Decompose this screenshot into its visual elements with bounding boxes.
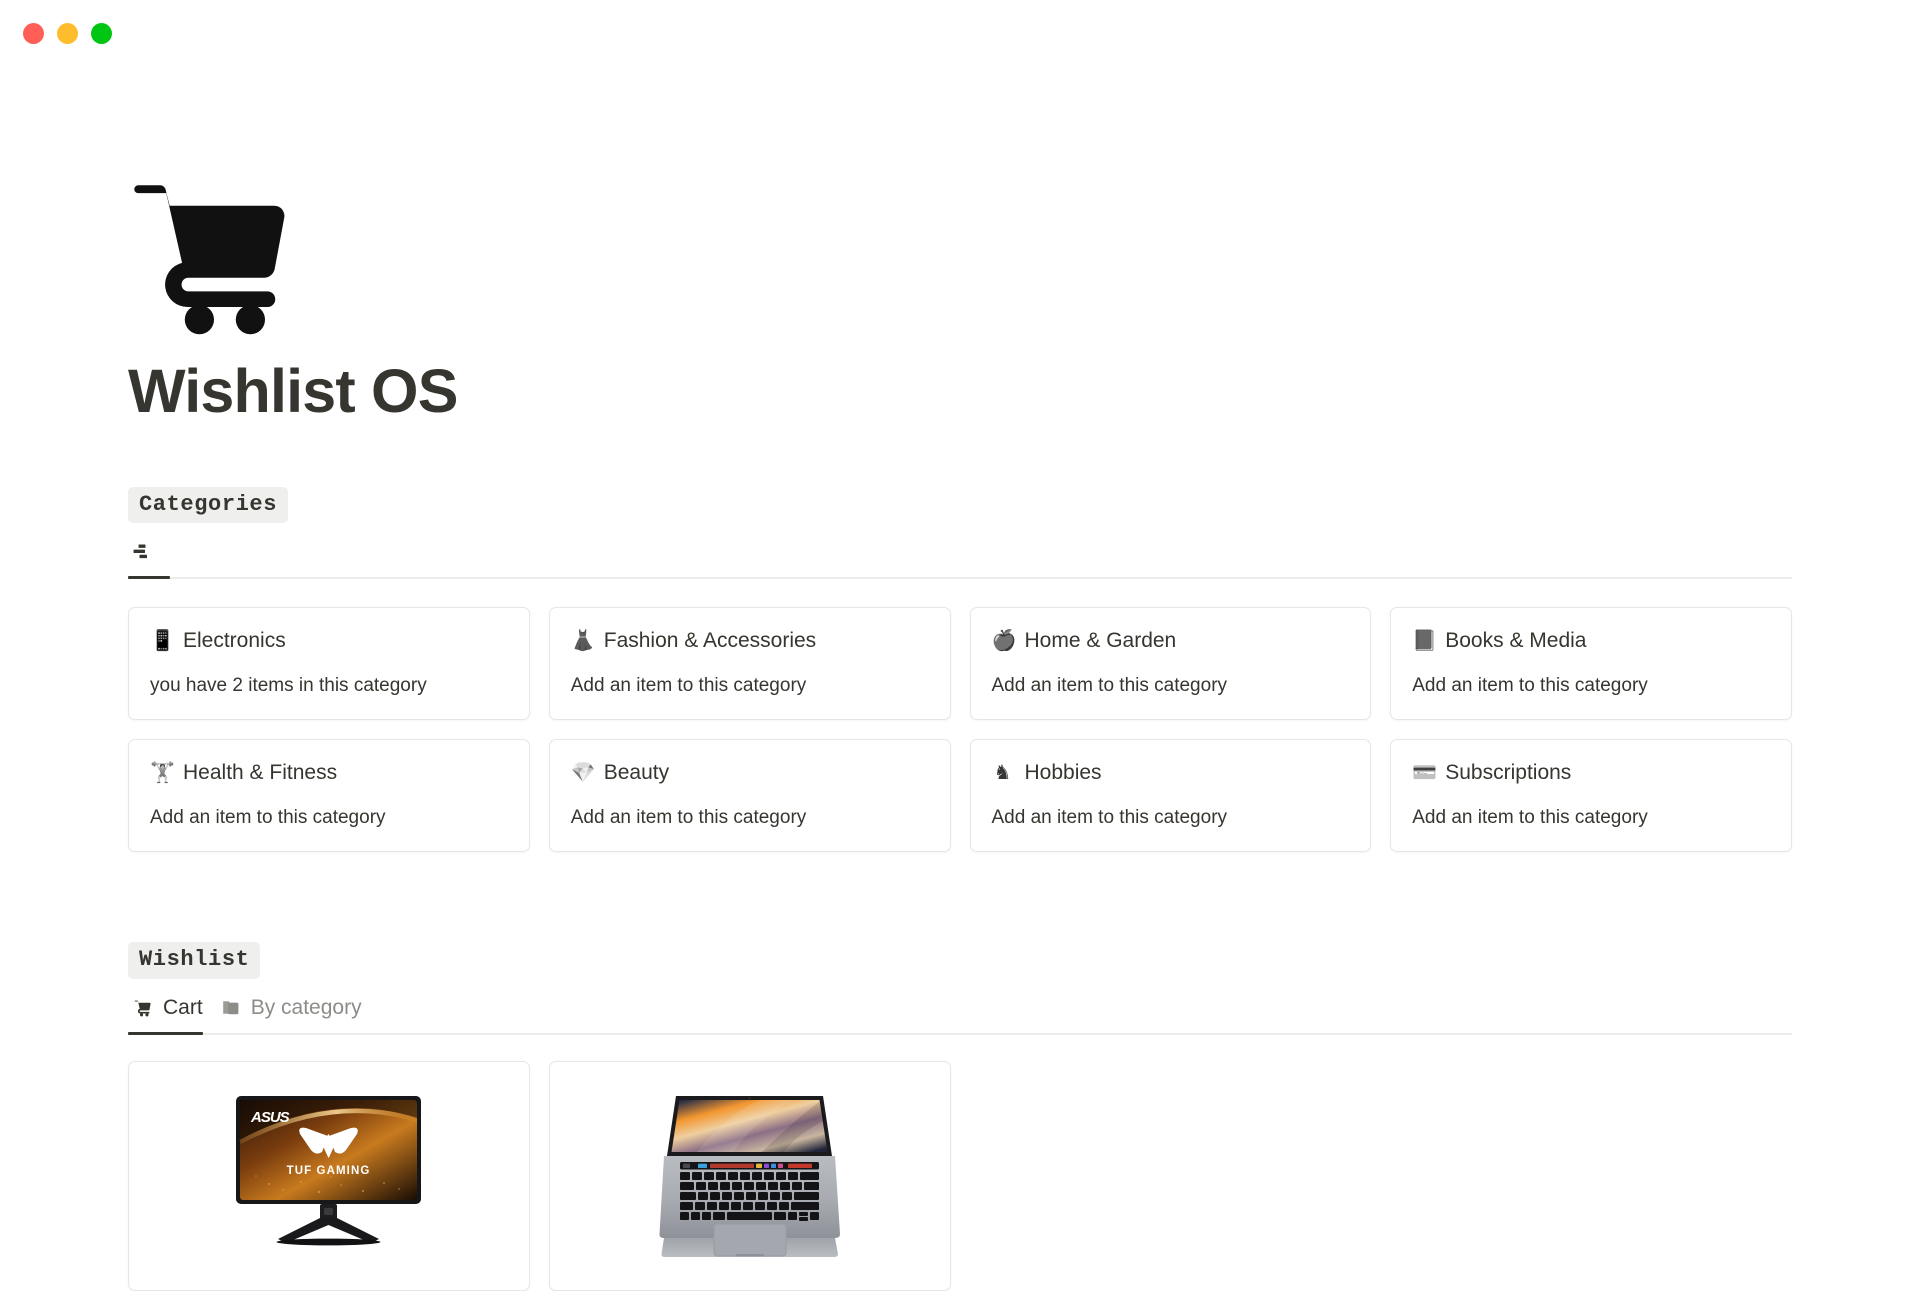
category-subtitle: Add an item to this category [570, 806, 807, 828]
minimize-button[interactable] [57, 23, 78, 44]
wishlist-item-grid: ASUS TUF GAMING [128, 1060, 1792, 1291]
wishlist-item-card[interactable]: ASUS TUF GAMING [128, 1060, 530, 1291]
page-content: Wishlist OS Categories 📱 Electronics you… [128, 0, 1792, 1291]
gallery-icon [132, 541, 154, 563]
chess-knight-icon: ♞ [993, 761, 1012, 784]
category-card-books-media[interactable]: 📕 Books & Media Add an item to this cate… [1390, 607, 1792, 721]
category-subtitle: you have 2 items in this category [150, 674, 427, 696]
macbook-pro-laptop-image [642, 1084, 857, 1264]
category-card-header: 📱 Electronics [150, 628, 508, 653]
svg-text:TUF GAMING: TUF GAMING [287, 1165, 371, 1177]
tab-wishlist-by-category[interactable]: By category [216, 993, 375, 1033]
window-controls [23, 23, 112, 44]
dress-icon: 👗 [570, 629, 596, 652]
categories-view-tabs [128, 537, 1792, 580]
closed-book-icon: 📕 [1412, 629, 1438, 652]
page-title: Wishlist OS [128, 357, 458, 425]
category-card-header: 🍎 Home & Garden [992, 628, 1350, 653]
category-name: Home & Garden [1024, 629, 1177, 653]
shopping-cart-icon [132, 997, 154, 1019]
category-subtitle: Add an item to this category [991, 806, 1228, 828]
svg-text:ASUS: ASUS [250, 1109, 290, 1126]
tab-wishlist-cart-label: Cart [163, 996, 203, 1020]
category-subtitle: Add an item to this category [570, 674, 807, 696]
category-card-header: 👗 Fashion & Accessories [571, 628, 929, 653]
category-card-header: 🏋 Health & Fitness [150, 760, 508, 785]
category-subtitle: Add an item to this category [150, 806, 386, 828]
category-name: Subscriptions [1445, 761, 1572, 785]
mobile-phone-icon: 📱 [150, 629, 175, 652]
tab-wishlist-by-category-label: By category [250, 996, 362, 1020]
category-card-fashion-accessories[interactable]: 👗 Fashion & Accessories Add an item to t… [548, 607, 951, 721]
credit-card-icon: 💳 [1412, 761, 1438, 784]
category-card-hobbies[interactable]: ♞ Hobbies Add an item to this category [969, 739, 1372, 853]
wishlist-item-card[interactable] [548, 1060, 951, 1291]
wishlist-section: Wishlist Cart By category ASUS TUF GAMIN… [128, 942, 1792, 1291]
category-name: Books & Media [1445, 629, 1587, 653]
category-card-home-garden[interactable]: 🍎 Home & Garden Add an item to this cate… [969, 607, 1372, 721]
wishlist-section-label: Wishlist [128, 942, 261, 979]
categories-section-label: Categories [128, 487, 289, 524]
gem-icon: 💎 [570, 761, 596, 784]
category-subtitle: Add an item to this category [991, 674, 1228, 696]
card-index-dividers-icon [220, 997, 242, 1019]
category-subtitle: Add an item to this category [1412, 674, 1648, 696]
category-subtitle: Add an item to this category [1412, 806, 1648, 828]
category-name: Electronics [183, 629, 286, 653]
category-card-header: 💳 Subscriptions [1412, 760, 1770, 785]
category-card-health-fitness[interactable]: 🏋 Health & Fitness Add an item to this c… [128, 739, 530, 853]
categories-card-grid: 📱 Electronics you have 2 items in this c… [128, 607, 1792, 853]
asus-tuf-gaming-monitor-image: ASUS TUF GAMING [221, 1084, 436, 1264]
apple-icon: 🍎 [991, 629, 1017, 652]
wishlist-view-tabs: Cart By category [128, 993, 1792, 1035]
tab-wishlist-cart[interactable]: Cart [128, 993, 216, 1035]
categories-section: Categories 📱 Electronics you have 2 item… [128, 487, 1792, 853]
app-window: Wishlist OS Categories 📱 Electronics you… [0, 0, 1920, 1291]
maximize-button[interactable] [91, 23, 112, 44]
category-name: Fashion & Accessories [603, 629, 817, 653]
category-card-electronics[interactable]: 📱 Electronics you have 2 items in this c… [128, 607, 530, 721]
category-card-header: 💎 Beauty [571, 760, 929, 785]
category-name: Beauty [603, 761, 670, 785]
category-card-beauty[interactable]: 💎 Beauty Add an item to this category [548, 739, 951, 853]
category-card-header: 📕 Books & Media [1412, 628, 1770, 653]
category-card-header: ♞ Hobbies [992, 760, 1350, 785]
category-name: Health & Fitness [183, 761, 338, 785]
page-cover-icon-shopping-cart-icon[interactable] [128, 170, 298, 340]
category-card-subscriptions[interactable]: 💳 Subscriptions Add an item to this cate… [1390, 739, 1792, 853]
close-button[interactable] [23, 23, 44, 44]
category-name: Hobbies [1024, 761, 1102, 785]
dumbbell-icon: 🏋 [150, 761, 175, 784]
tab-categories-gallery[interactable] [128, 537, 183, 580]
